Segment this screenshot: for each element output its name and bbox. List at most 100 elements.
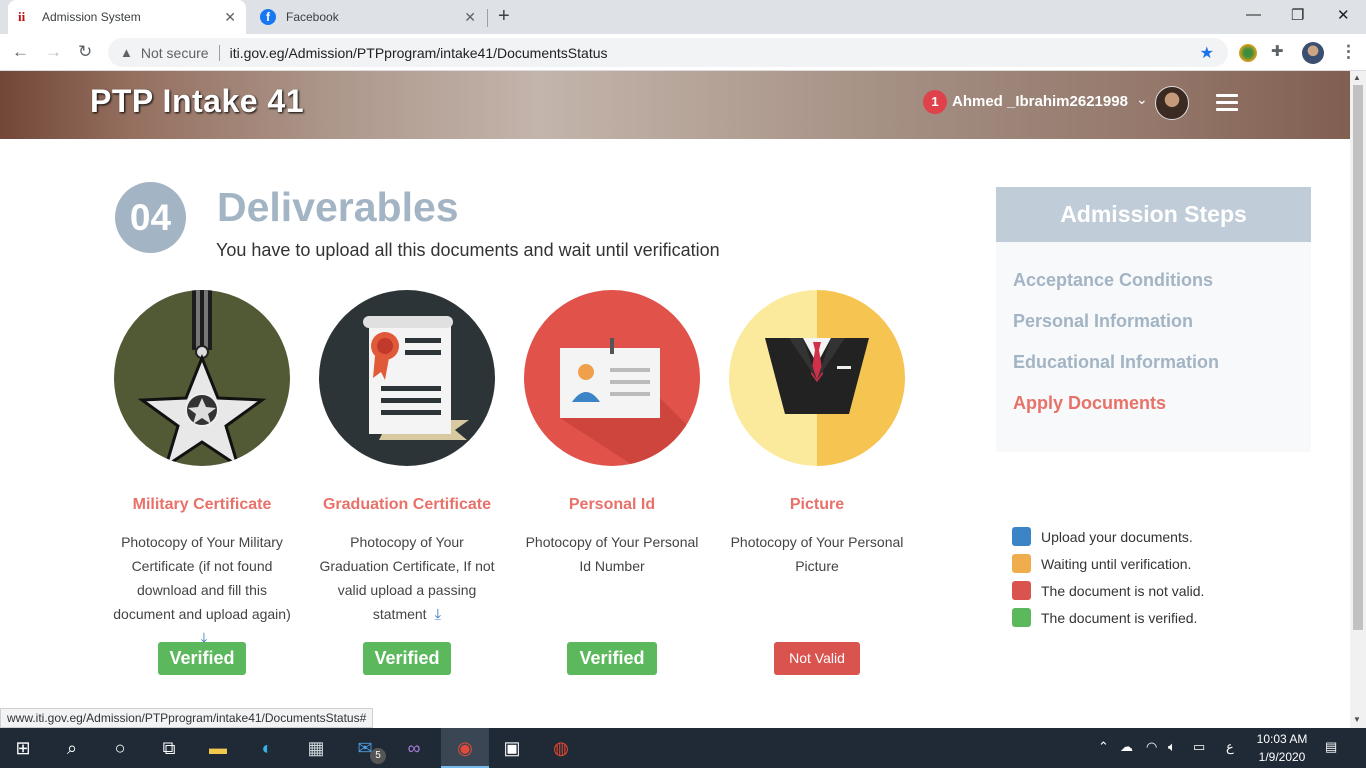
step-link-educational-information[interactable]: Educational Information	[1013, 352, 1219, 373]
profile-avatar-icon[interactable]	[1302, 42, 1324, 64]
edge-icon[interactable]: ◐	[255, 736, 279, 760]
document-name: Graduation Certificate	[322, 496, 492, 513]
step-link-apply-documents[interactable]: Apply Documents	[1013, 393, 1166, 414]
tab-divider	[487, 9, 488, 27]
new-tab-icon[interactable]: +	[498, 5, 510, 28]
tab-title: Facebook	[286, 10, 339, 24]
warning-icon[interactable]: ▲	[120, 45, 133, 60]
legend-label: Waiting until verification.	[1041, 555, 1192, 572]
status-badge-picture[interactable]: Not Valid	[774, 642, 860, 675]
terminal-app-icon[interactable]: ▣	[500, 736, 524, 760]
document-description: Photocopy of Your Personal Picture	[730, 534, 904, 574]
legend-waiting: Waiting until verification.	[1012, 554, 1191, 573]
document-card-graduation: Graduation Certificate Photocopy of Your…	[307, 290, 507, 627]
step-link-acceptance-conditions[interactable]: Acceptance Conditions	[1013, 270, 1213, 291]
system-clock[interactable]: 10:03 AM 1/9/2020	[1250, 730, 1314, 766]
tab-admission-system[interactable]: ii Admission System ✕	[8, 0, 246, 34]
visual-studio-icon[interactable]: ∞	[402, 736, 426, 760]
address-bar[interactable]: ▲ Not secure iti.gov.eg/Admission/PTPpro…	[108, 38, 1228, 67]
clock-date: 1/9/2020	[1258, 750, 1306, 764]
volume-icon[interactable]: 🔈︎	[1168, 739, 1176, 755]
document-description: Photocopy of Your Personal Id Number	[525, 534, 699, 574]
document-card-military: Military Certificate Photocopy of Your M…	[102, 290, 302, 651]
chevron-down-icon[interactable]: ⌄	[1136, 91, 1148, 108]
hamburger-menu-icon[interactable]	[1216, 94, 1238, 112]
scroll-up-icon[interactable]: ▲	[1353, 73, 1361, 82]
suit-portrait-icon	[729, 290, 905, 466]
legend-swatch	[1012, 608, 1031, 627]
search-icon[interactable]: ⌕	[60, 736, 84, 760]
legend-not-valid: The document is not valid.	[1012, 581, 1204, 600]
minimize-icon[interactable]: —	[1246, 6, 1261, 23]
close-tab-icon[interactable]: ✕	[224, 9, 236, 26]
site-brand[interactable]: PTP Intake 41	[90, 83, 304, 120]
bookmark-star-icon[interactable]: ★	[1200, 43, 1214, 63]
security-label[interactable]: Not secure	[141, 45, 209, 61]
id-card-icon	[524, 290, 700, 466]
status-badge-graduation: Verified	[363, 642, 451, 675]
mail-badge: 5	[370, 748, 386, 764]
download-icon[interactable]: ⤓	[434, 603, 441, 627]
tab-facebook[interactable]: f Facebook ✕	[250, 0, 486, 34]
extensions-puzzle-icon[interactable]: ✚	[1271, 42, 1289, 60]
site-header: PTP Intake 41 1 Ahmed _Ibrahim2621998 ⌄	[0, 71, 1350, 139]
document-name: Military Certificate	[132, 496, 272, 513]
restore-icon[interactable]: ❐	[1291, 6, 1304, 24]
page-subtitle: You have to upload all this documents an…	[216, 240, 720, 260]
windows-taskbar: ⊞ ⌕ ○ ⧉ ▬ ◐ ▦ ✉ 5 ∞ ◉ ▣ ◍ ⌃ ☁ ◠ 🔈︎ ▭ ع 1…	[0, 728, 1366, 768]
windows-start-icon[interactable]: ⊞	[11, 736, 35, 760]
link-status-url: www.iti.gov.eg/Admission/PTPprogram/inta…	[0, 708, 374, 728]
diploma-scroll-icon	[319, 290, 495, 466]
legend-swatch	[1012, 554, 1031, 573]
battery-icon[interactable]: ▭	[1193, 739, 1205, 755]
language-indicator[interactable]: ع	[1226, 739, 1234, 755]
browser-toolbar: ← → ↻ ▲ Not secure iti.gov.eg/Admission/…	[0, 34, 1366, 71]
store-icon[interactable]: ▦	[304, 736, 328, 760]
reload-icon[interactable]: ↻	[78, 42, 92, 62]
browser-tab-bar: ii Admission System ✕ f Facebook ✕ + — ❐…	[0, 0, 1366, 34]
forward-arrow-icon[interactable]: →	[45, 42, 62, 62]
chrome-icon[interactable]: ◉	[453, 736, 477, 760]
user-avatar[interactable]	[1155, 86, 1189, 120]
facebook-favicon-icon: f	[260, 9, 276, 25]
notification-badge[interactable]: 1	[923, 90, 947, 114]
task-view-icon[interactable]: ⧉	[157, 736, 181, 760]
action-center-icon[interactable]: ▤	[1325, 739, 1337, 755]
scrollbar-thumb[interactable]	[1353, 85, 1363, 630]
document-card-personal-id: Personal Id Photocopy of Your Personal I…	[512, 290, 712, 578]
file-explorer-icon[interactable]: ▬	[206, 736, 230, 760]
military-medal-icon	[114, 290, 290, 466]
onedrive-cloud-icon[interactable]: ☁	[1120, 739, 1133, 755]
close-tab-icon[interactable]: ✕	[464, 9, 476, 26]
document-description: Photocopy of Your Graduation Certificate…	[307, 530, 507, 627]
document-description: Photocopy of Your Military Certificate (…	[102, 530, 302, 651]
status-badge-personal-id: Verified	[567, 642, 657, 675]
clock-time: 10:03 AM	[1256, 732, 1308, 746]
document-name: Personal Id	[568, 496, 656, 513]
status-badge-military: Verified	[158, 642, 246, 675]
legend-swatch	[1012, 581, 1031, 600]
divider	[218, 44, 220, 61]
extension-globe-icon[interactable]	[1239, 44, 1257, 62]
legend-label: The document is verified.	[1041, 609, 1198, 626]
step-link-personal-information[interactable]: Personal Information	[1013, 311, 1193, 332]
page-title: Deliverables	[217, 184, 459, 230]
tray-expand-icon[interactable]: ⌃	[1098, 739, 1109, 755]
legend-label: Upload your documents.	[1041, 528, 1193, 545]
scroll-down-icon[interactable]: ▼	[1353, 715, 1361, 724]
recorder-app-icon[interactable]: ◍	[549, 736, 573, 760]
close-window-icon[interactable]: ✕	[1337, 6, 1350, 24]
legend-label: The document is not valid.	[1041, 582, 1205, 599]
url-text[interactable]: iti.gov.eg/Admission/PTPprogram/intake41…	[230, 45, 608, 61]
cortana-icon[interactable]: ○	[108, 736, 132, 760]
document-name: Picture	[789, 496, 845, 513]
wifi-icon[interactable]: ◠	[1146, 739, 1157, 755]
username[interactable]: Ahmed _Ibrahim2621998	[952, 93, 1128, 110]
tab-title: Admission System	[42, 10, 141, 24]
legend-swatch	[1012, 527, 1031, 546]
back-arrow-icon[interactable]: ←	[12, 42, 29, 62]
legend-upload: Upload your documents.	[1012, 527, 1193, 546]
legend-verified: The document is verified.	[1012, 608, 1197, 627]
page-scrollbar[interactable]: ▲ ▼	[1350, 71, 1366, 728]
browser-menu-icon[interactable]: ⋮	[1340, 42, 1357, 62]
